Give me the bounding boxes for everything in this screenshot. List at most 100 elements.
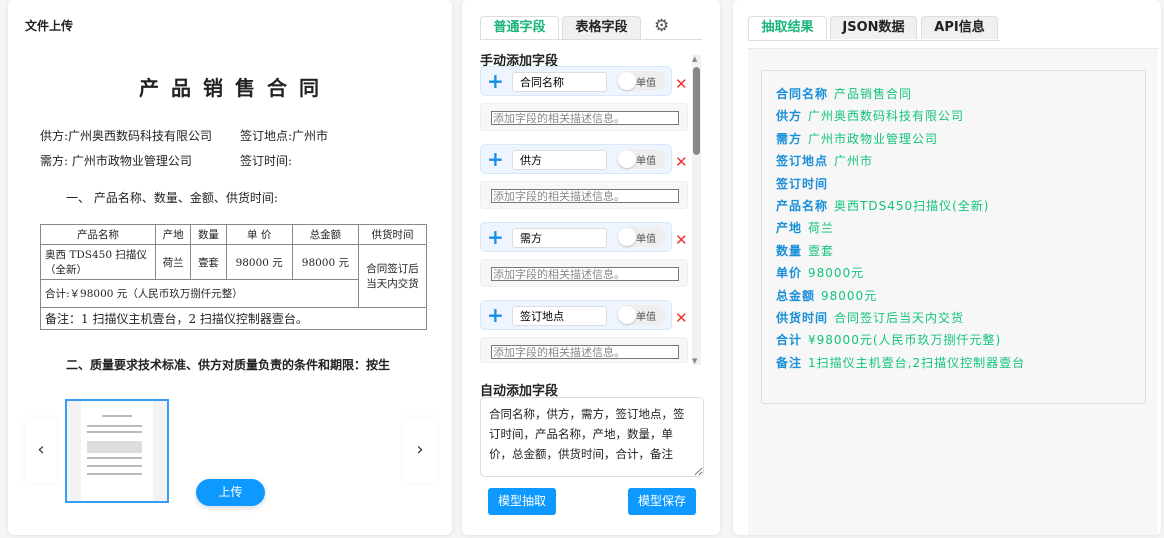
toggle-label: 单值	[636, 156, 656, 167]
result-row: 备注 1扫描仪主机壹台,2扫描仪控制器壹台	[776, 352, 1036, 374]
page-thumbnail[interactable]	[65, 399, 169, 503]
result-value: 广州市政物业管理公司	[808, 131, 939, 146]
scrollbar[interactable]: ▲ ▼	[692, 55, 701, 365]
result-value: 广州市	[834, 154, 874, 169]
th: 供货时间	[358, 224, 427, 245]
result-value: ¥98000元(人民币玖万捌仟元整)	[808, 333, 1002, 348]
doc-title: 产品销售合同	[139, 76, 331, 100]
auto-fields-textarea[interactable]: 合同名称，供方，需方，签订地点，签订时间，产品名称，产地，数量，单价，总金额，供…	[480, 397, 704, 477]
chevron-left-icon: ‹	[37, 439, 45, 460]
td: 奥西 TDS450 扫描仪（全新）	[40, 244, 156, 280]
result-value: 荷兰	[808, 221, 835, 236]
doc-section-2: 二、质量要求技术标准、供方对质量负责的条件和期限：按生	[66, 358, 391, 372]
delete-icon[interactable]: ✕	[675, 231, 688, 249]
document-preview: 产品销售合同 供方:广州奥西数码科技有限公司 签订地点:广州市 需方: 广州市政…	[30, 60, 440, 372]
result-key: 总金额	[776, 288, 816, 303]
chevron-right-icon: ›	[416, 439, 424, 460]
result-key: 供货时间	[776, 311, 829, 326]
result-value: 98000元	[808, 266, 865, 281]
field-name-input[interactable]	[512, 150, 607, 170]
result-row: 合计 ¥98000元(人民币玖万捌仟元整)	[776, 329, 1036, 351]
th: 数量	[190, 224, 227, 245]
panel-title: 文件上传	[25, 19, 74, 33]
doc-buyer: 需方: 广州市政物业管理公司	[40, 154, 192, 168]
result-row: 产品名称 奥西TDS450扫描仪(全新)	[776, 195, 1036, 217]
single-value-toggle[interactable]: 单值	[618, 227, 666, 247]
result-row: 供方 广州奥西数码科技有限公司	[776, 105, 1036, 127]
doc-table: 产品名称 产地 数量 单 价 总金额 供货时间 奥西 TDS450 扫描仪（全新…	[40, 224, 427, 330]
result-row: 需方 广州市政物业管理公司	[776, 128, 1036, 150]
th: 总金额	[291, 224, 360, 245]
field-name-input[interactable]	[512, 306, 607, 326]
field-name-input[interactable]	[512, 228, 607, 248]
field-desc-box	[480, 103, 688, 131]
prev-button[interactable]: ‹	[25, 418, 57, 482]
tab-json-data[interactable]: JSON数据	[830, 16, 917, 39]
result-key: 合计	[776, 333, 803, 348]
td: 98000 元	[291, 244, 360, 280]
doc-supplier: 供方:广州奥西数码科技有限公司	[40, 129, 213, 143]
result-key: 数量	[776, 243, 803, 258]
tab-extract-results[interactable]: 抽取结果	[748, 16, 827, 39]
td: 合同签订后当天内交货	[358, 244, 427, 308]
tab-api-info[interactable]: API信息	[921, 16, 998, 39]
doc-sign-place: 签订地点:广州市	[240, 129, 329, 143]
result-row: 签订时间	[776, 173, 1036, 195]
plus-icon[interactable]: +	[487, 303, 504, 327]
model-save-button[interactable]: 模型保存	[628, 488, 696, 515]
doc-sign-time: 签订时间:	[240, 154, 293, 168]
result-key: 合同名称	[776, 87, 829, 101]
td: 荷兰	[154, 244, 192, 280]
field-desc-input[interactable]	[491, 111, 679, 125]
result-value: 产品销售合同	[834, 87, 913, 101]
result-row: 总金额 98000元	[776, 285, 1036, 307]
next-button[interactable]: ›	[404, 418, 436, 482]
th: 产品名称	[40, 224, 156, 245]
result-row: 供货时间 合同签订后当天内交货	[776, 307, 1036, 329]
result-key: 供方	[776, 109, 803, 124]
result-row: 产地 荷兰	[776, 217, 1036, 239]
result-value: 98000元	[821, 288, 878, 303]
td: 壹套	[190, 244, 227, 280]
field-desc-input[interactable]	[491, 267, 679, 281]
model-extract-button[interactable]: 模型抽取	[488, 488, 556, 515]
gear-icon[interactable]: ⚙	[654, 16, 669, 36]
result-row: 合同名称 产品销售合同	[776, 83, 1036, 105]
result-row: 单价 98000元	[776, 262, 1036, 284]
field-row: + 单值	[480, 300, 672, 330]
toggle-label: 单值	[636, 78, 656, 89]
delete-icon[interactable]: ✕	[675, 153, 688, 171]
th: 单 价	[225, 224, 293, 245]
field-desc-input[interactable]	[491, 345, 679, 359]
field-desc-input[interactable]	[491, 189, 679, 203]
result-value: 奥西TDS450扫描仪(全新)	[834, 199, 990, 214]
file-upload-panel: 文件上传 产品销售合同 供方:广州奥西数码科技有限公司 签订地点:广州市 需方:…	[8, 0, 452, 535]
result-key: 需方	[776, 131, 803, 146]
toggle-label: 单值	[636, 234, 656, 245]
delete-icon[interactable]: ✕	[675, 309, 688, 327]
delete-icon[interactable]: ✕	[675, 75, 688, 93]
single-value-toggle[interactable]: 单值	[618, 305, 666, 325]
result-key: 备注	[776, 355, 803, 370]
result-key: 产地	[776, 221, 803, 236]
result-key: 单价	[776, 266, 803, 281]
plus-icon[interactable]: +	[487, 225, 504, 249]
scrollbar-thumb[interactable]	[693, 67, 700, 155]
tab-table-fields[interactable]: 表格字段	[562, 16, 641, 39]
plus-icon[interactable]: +	[487, 147, 504, 171]
tab-normal-fields[interactable]: 普通字段	[480, 16, 559, 39]
results-box: 合同名称 产品销售合同 供方 广州奥西数码科技有限公司 需方 广州市政物业管理公司 签订地点…	[761, 70, 1146, 404]
toggle-label: 单值	[636, 312, 656, 323]
single-value-toggle[interactable]: 单值	[618, 71, 666, 91]
plus-icon[interactable]: +	[487, 69, 504, 93]
field-desc-box	[480, 181, 688, 209]
result-row: 数量 壹套	[776, 240, 1036, 262]
single-value-toggle[interactable]: 单值	[618, 149, 666, 169]
upload-button[interactable]: 上传	[196, 479, 265, 506]
field-row: + 单值	[480, 66, 672, 96]
field-desc-box	[480, 337, 688, 363]
field-name-input[interactable]	[512, 72, 607, 92]
td: 98000 元	[225, 244, 293, 280]
result-value: 广州奥西数码科技有限公司	[808, 109, 965, 124]
result-key: 产品名称	[776, 199, 829, 214]
